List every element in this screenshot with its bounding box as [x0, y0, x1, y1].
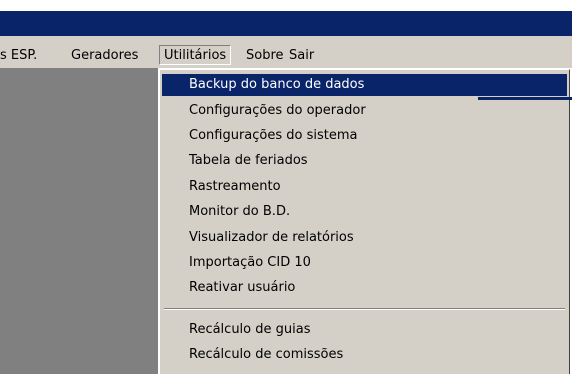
menu-item-backup[interactable]: Backup do banco de dados: [162, 74, 567, 96]
workspace-area: [0, 68, 158, 374]
utilitarios-dropdown-menu: Backup do banco de dados Configurações d…: [159, 69, 570, 374]
menu-separator: [164, 308, 565, 310]
menu-item-reativar-usuario[interactable]: Reativar usuário: [162, 277, 567, 299]
menu-item-recalculo-comissoes[interactable]: Recálculo de comissões: [162, 344, 567, 366]
menu-esp[interactable]: s ESP.: [0, 47, 37, 65]
menu-item-monitor-bd[interactable]: Monitor do B.D.: [162, 201, 567, 223]
menu-item-visualizador-relatorios[interactable]: Visualizador de relatórios: [162, 227, 567, 249]
menu-bar: s ESP. Geradores Utilitários Sobre Sair: [0, 36, 572, 68]
menu-item-config-operador[interactable]: Configurações do operador: [162, 100, 567, 122]
menu-item-tabela-feriados[interactable]: Tabela de feriados: [162, 150, 567, 172]
menu-item-config-sistema[interactable]: Configurações do sistema: [162, 125, 567, 147]
application-window: s ESP. Geradores Utilitários Sobre Sair …: [0, 0, 572, 374]
menu-geradores[interactable]: Geradores: [71, 47, 138, 65]
menu-item-recalculo-guias[interactable]: Recálculo de guias: [162, 319, 567, 341]
menu-sair[interactable]: Sair: [289, 47, 314, 65]
title-bar: [0, 11, 572, 36]
menu-utilitarios[interactable]: Utilitários: [159, 45, 232, 65]
top-margin: [0, 0, 572, 11]
highlight-edge: [478, 97, 572, 100]
menu-sobre[interactable]: Sobre: [246, 47, 284, 65]
menu-item-importacao-cid[interactable]: Importação CID 10: [162, 252, 567, 274]
menu-item-rastreamento[interactable]: Rastreamento: [162, 176, 567, 198]
